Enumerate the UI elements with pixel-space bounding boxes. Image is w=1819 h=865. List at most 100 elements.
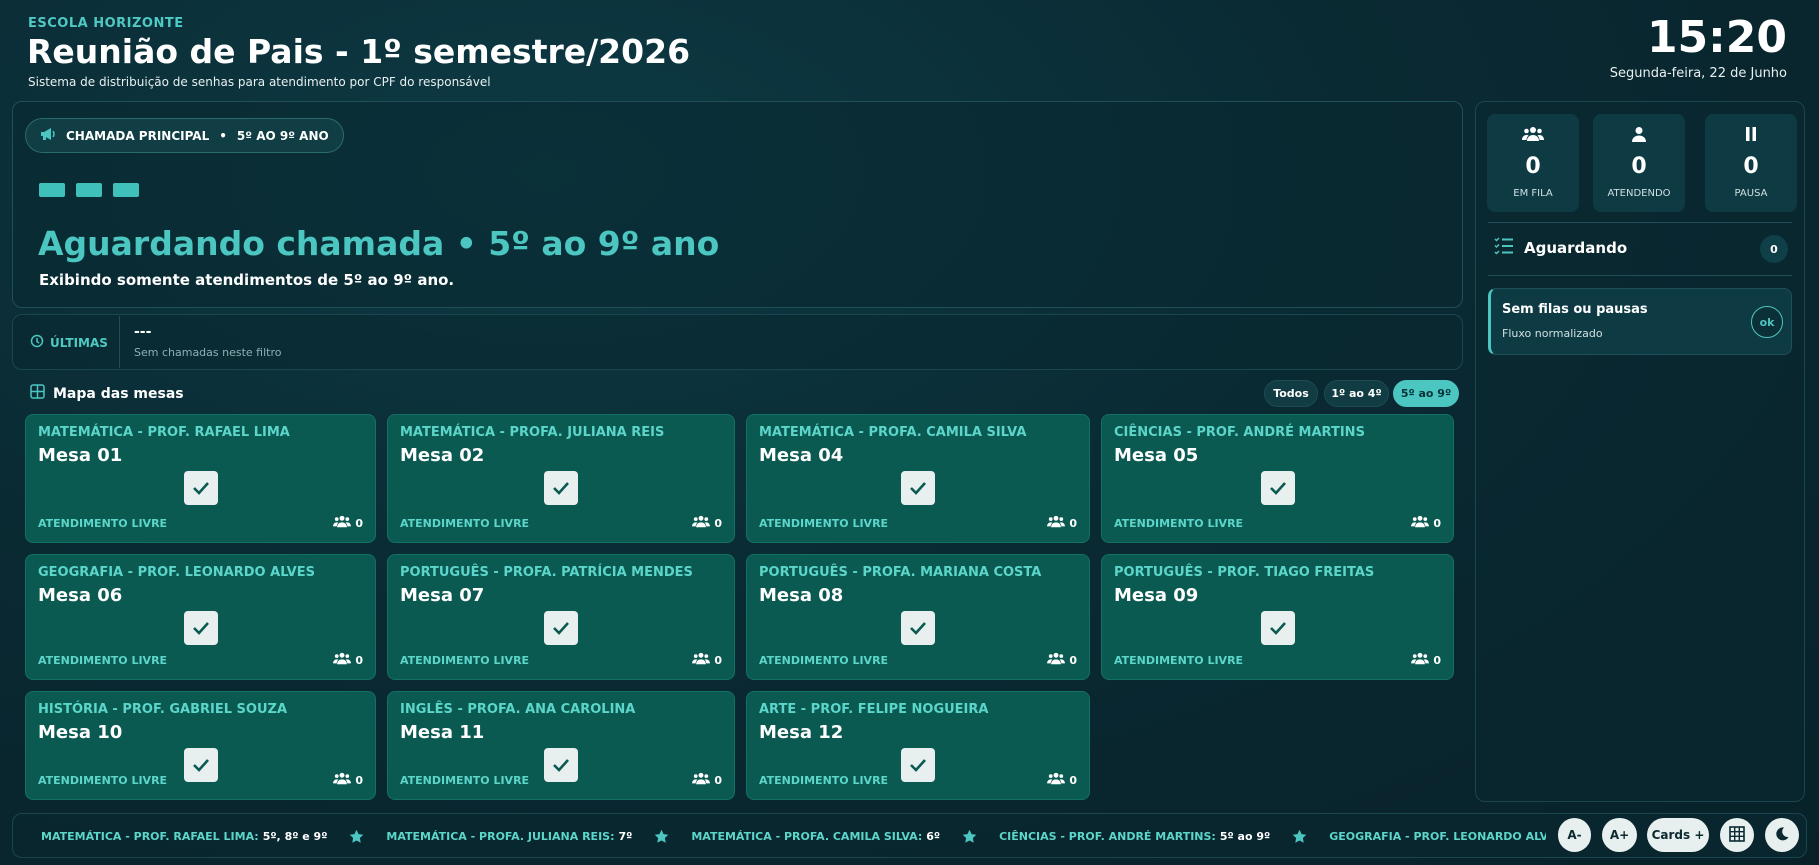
table-subject: HISTÓRIA - PROF. GABRIEL SOUZA bbox=[38, 702, 288, 717]
main-call-pill: CHAMADA PRINCIPAL • 5º AO 9º ANO bbox=[25, 118, 344, 153]
users-icon bbox=[333, 772, 352, 788]
table-status: ATENDIMENTO LIVRE bbox=[38, 774, 168, 787]
table-number: Mesa 02 bbox=[400, 445, 485, 466]
recent-calls-text: ÚLTIMAS bbox=[50, 335, 108, 350]
table-queue-count-value: 0 bbox=[714, 773, 722, 787]
table-number: Mesa 11 bbox=[400, 722, 485, 743]
table-queue-count-value: 0 bbox=[1069, 516, 1077, 530]
table-subject: PORTUGUÊS - PROF. TIAGO FREITAS bbox=[1114, 565, 1375, 580]
filter-5-9-button[interactable]: 5º ao 9º bbox=[1393, 380, 1459, 407]
ticker-teacher: MATEMÁTICA - PROFA. JULIANA REIS: bbox=[386, 829, 615, 843]
history-icon bbox=[30, 334, 44, 351]
table-queue-count-value: 0 bbox=[355, 773, 363, 787]
table-card[interactable]: ARTE - PROF. FELIPE NOGUEIRA Mesa 12 ATEND… bbox=[746, 691, 1090, 800]
star-icon bbox=[1292, 829, 1307, 844]
table-card[interactable]: CIÊNCIAS - PROF. ANDRÉ MARTINS Mesa 05 ATE… bbox=[1101, 414, 1454, 543]
check-icon bbox=[183, 611, 218, 645]
moon-icon bbox=[1774, 826, 1790, 845]
table-card[interactable]: MATEMÁTICA - PROFA. CAMILA SILVA Mesa 04 A… bbox=[746, 414, 1090, 543]
ticket-placeholder-block bbox=[39, 183, 65, 197]
users-icon bbox=[1047, 772, 1066, 788]
table-card[interactable]: GEOGRAFIA - PROF. LEONARDO ALVES Mesa 06 A… bbox=[25, 554, 376, 680]
table-status: ATENDIMENTO LIVRE bbox=[1114, 654, 1244, 667]
call-pill-separator: • bbox=[219, 128, 227, 143]
stat-serving: 0 ATENDENDO bbox=[1593, 114, 1685, 212]
table-card[interactable]: PORTUGUÊS - PROFA. PATRÍCIA MENDES Mesa 0… bbox=[387, 554, 735, 680]
tables-map-title-text: Mapa das mesas bbox=[53, 385, 184, 402]
ticker-item: MATEMÁTICA - PROFA. CAMILA SILVA: 6º bbox=[691, 829, 977, 844]
table-card[interactable]: MATEMÁTICA - PROFA. JULIANA REIS Mesa 02 A… bbox=[387, 414, 735, 543]
table-subject: MATEMÁTICA - PROFA. JULIANA REIS bbox=[400, 425, 665, 440]
ticker-item: MATEMÁTICA - PROFA. JULIANA REIS: 7º bbox=[386, 829, 669, 844]
table-card[interactable]: INGLÊS - PROFA. ANA CAROLINA Mesa 11 ATEND… bbox=[387, 691, 735, 800]
users-icon bbox=[692, 515, 711, 531]
users-icon bbox=[333, 652, 352, 668]
table-queue-count-value: 0 bbox=[1069, 773, 1077, 787]
ticker-teacher: MATEMÁTICA - PROFA. CAMILA SILVA: bbox=[691, 829, 923, 843]
filter-all-button[interactable]: Todos bbox=[1264, 380, 1318, 407]
no-queue-alert bbox=[1488, 288, 1792, 355]
check-icon bbox=[901, 611, 935, 645]
font-increase-button[interactable]: A+ bbox=[1602, 818, 1637, 852]
alert-ok-button[interactable]: ok bbox=[1751, 306, 1783, 338]
table-queue-count: 0 bbox=[1047, 515, 1077, 531]
school-name: ESCOLA HORIZONTE bbox=[28, 16, 184, 31]
table-queue-count-value: 0 bbox=[714, 516, 722, 530]
users-icon bbox=[692, 772, 711, 788]
stat-queue: 0 EM FILA bbox=[1487, 114, 1579, 212]
check-icon bbox=[544, 748, 578, 782]
table-card[interactable]: MATEMÁTICA - PROF. RAFAEL LIMA Mesa 01 ATE… bbox=[25, 414, 376, 543]
star-icon bbox=[349, 829, 364, 844]
teacher-grades-ticker: MATEMÁTICA - PROF. RAFAEL LIMA: 5º, 8º e … bbox=[41, 826, 1546, 846]
table-card[interactable]: PORTUGUÊS - PROFA. MARIANA COSTA Mesa 08 A… bbox=[746, 554, 1090, 680]
stat-serving-value: 0 bbox=[1631, 154, 1647, 179]
table-status: ATENDIMENTO LIVRE bbox=[400, 517, 530, 530]
table-card[interactable]: HISTÓRIA - PROF. GABRIEL SOUZA Mesa 10 ATE… bbox=[25, 691, 376, 800]
check-icon bbox=[901, 748, 935, 782]
cards-toggle-button[interactable]: Cards + bbox=[1647, 818, 1709, 852]
check-icon bbox=[544, 471, 578, 505]
ticker-item: CIÊNCIAS - PROF. ANDRÉ MARTINS: 5º ao 9º bbox=[999, 829, 1307, 844]
grid-icon bbox=[30, 384, 45, 403]
stat-queue-value: 0 bbox=[1525, 154, 1541, 179]
clock-time: 15:20 bbox=[1646, 12, 1787, 63]
font-decrease-button[interactable]: A- bbox=[1558, 818, 1591, 852]
check-icon bbox=[183, 748, 218, 782]
ticker-teacher: GEOGRAFIA - PROF. LEONARDO ALVES: bbox=[1329, 829, 1546, 843]
check-icon bbox=[1260, 471, 1295, 505]
ticker-grades: 6º bbox=[926, 829, 941, 843]
grid-view-button[interactable] bbox=[1720, 818, 1754, 852]
dark-mode-button[interactable] bbox=[1765, 818, 1799, 852]
table-queue-count: 0 bbox=[692, 772, 722, 788]
table-queue-count: 0 bbox=[333, 772, 363, 788]
stat-pause-label: PAUSA bbox=[1734, 188, 1768, 199]
table-number: Mesa 12 bbox=[759, 722, 844, 743]
table-queue-count-value: 0 bbox=[355, 653, 363, 667]
table-queue-count-value: 0 bbox=[1433, 516, 1441, 530]
table-queue-count: 0 bbox=[333, 652, 363, 668]
table-queue-count-value: 0 bbox=[714, 653, 722, 667]
ticker-grades: 7º bbox=[618, 829, 633, 843]
pause-icon bbox=[1705, 126, 1797, 142]
table-queue-count: 0 bbox=[692, 515, 722, 531]
star-icon bbox=[654, 829, 669, 844]
star-icon bbox=[962, 829, 977, 844]
table-status: ATENDIMENTO LIVRE bbox=[759, 774, 889, 787]
page-title: Reunião de Pais - 1º semestre/2026 bbox=[27, 32, 691, 71]
call-pill-label: CHAMADA PRINCIPAL bbox=[66, 128, 210, 143]
megaphone-icon bbox=[40, 127, 56, 144]
table-queue-count: 0 bbox=[1047, 652, 1077, 668]
ticker-grades: 5º, 8º e 9º bbox=[262, 829, 328, 843]
table-subject: PORTUGUÊS - PROFA. MARIANA COSTA bbox=[759, 565, 1042, 580]
table-queue-count-value: 0 bbox=[355, 516, 363, 530]
table-subject: MATEMÁTICA - PROF. RAFAEL LIMA bbox=[38, 425, 290, 440]
call-heading: Aguardando chamada • 5º ao 9º ano bbox=[38, 224, 720, 263]
recent-calls-label: ÚLTIMAS bbox=[30, 334, 108, 351]
table-number: Mesa 04 bbox=[759, 445, 844, 466]
table-number: Mesa 09 bbox=[1114, 585, 1199, 606]
ticket-placeholder-block bbox=[76, 183, 102, 197]
table-queue-count: 0 bbox=[692, 652, 722, 668]
page-subtitle: Sistema de distribuição de senhas para a… bbox=[28, 75, 491, 89]
table-card[interactable]: PORTUGUÊS - PROF. TIAGO FREITAS Mesa 09 AT… bbox=[1101, 554, 1454, 680]
filter-1-4-button[interactable]: 1º ao 4º bbox=[1324, 380, 1389, 407]
